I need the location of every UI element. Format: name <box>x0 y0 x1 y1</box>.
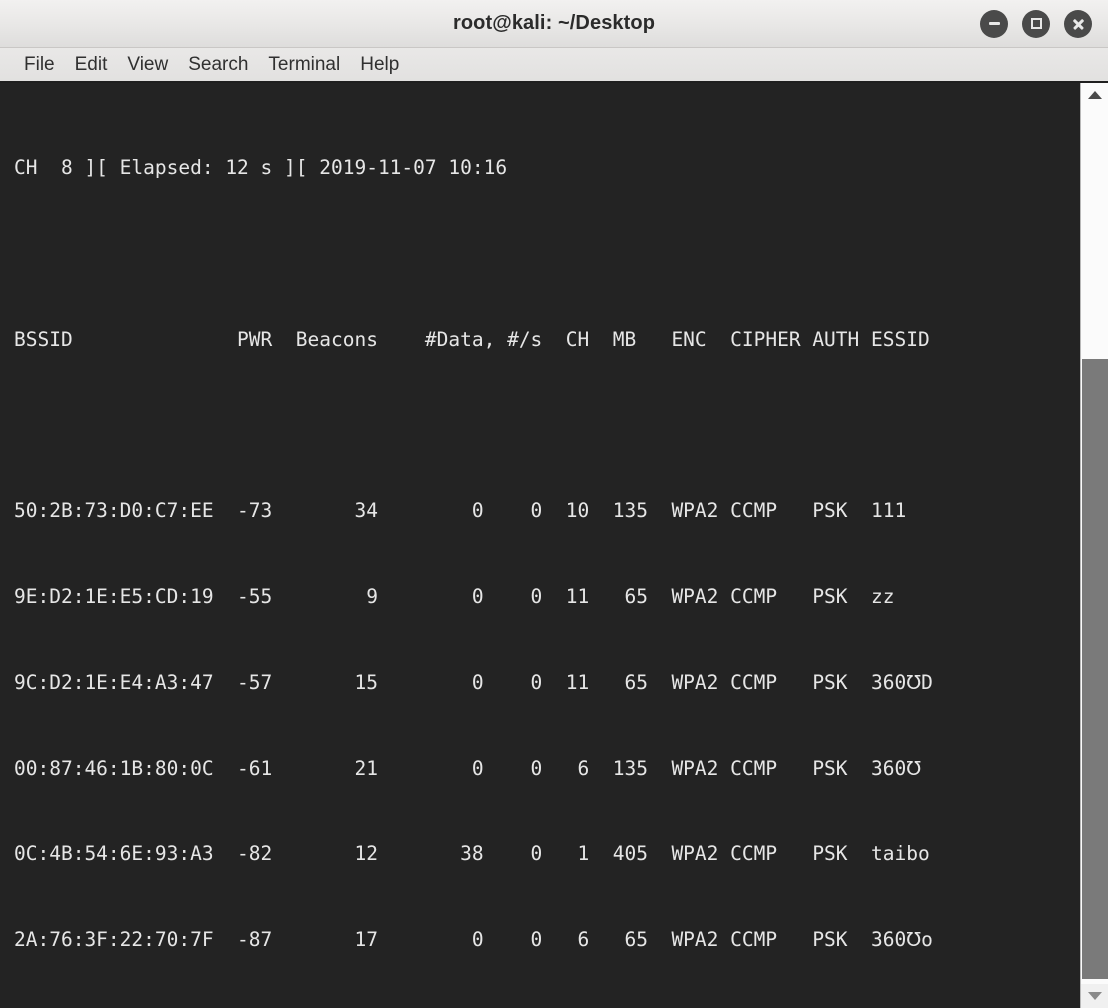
terminal-window: root@kali: ~/Desktop File Edit View Sear… <box>0 0 1108 1008</box>
close-icon <box>1072 18 1084 30</box>
scroll-down-button[interactable] <box>1081 984 1108 1008</box>
menu-bar: File Edit View Search Terminal Help <box>0 48 1108 83</box>
ap-table-row: 50:2B:73:D0:C7:EE -73 34 0 0 10 135 WPA2… <box>14 499 907 523</box>
maximize-icon <box>1030 18 1042 29</box>
window-title: root@kali: ~/Desktop <box>452 12 656 34</box>
menu-item-view[interactable]: View <box>117 54 178 76</box>
minimize-button[interactable] <box>980 9 1008 38</box>
terminal-scrollbar[interactable] <box>1080 83 1108 1008</box>
scrollbar-thumb[interactable] <box>1082 359 1108 979</box>
minimize-icon <box>988 22 1000 25</box>
ap-table-header: BSSID PWR Beacons #Data, #/s CH MB ENC C… <box>14 327 930 351</box>
ap-table-row: 2A:76:3F:22:70:7F -87 17 0 0 6 65 WPA2 C… <box>14 928 933 952</box>
ap-table-row: 9C:D2:1E:E4:A3:47 -57 15 0 0 11 65 WPA2 … <box>14 670 933 694</box>
chevron-up-icon <box>1087 91 1102 99</box>
terminal-screen[interactable]: CH 8 ][ Elapsed: 12 s ][ 2019-11-07 10:1… <box>0 83 1080 1008</box>
close-button[interactable] <box>1064 9 1092 38</box>
maximize-button[interactable] <box>1022 9 1050 38</box>
terminal-area: CH 8 ][ Elapsed: 12 s ][ 2019-11-07 10:1… <box>0 83 1108 1008</box>
title-bar: root@kali: ~/Desktop <box>0 0 1108 48</box>
scroll-up-button[interactable] <box>1081 83 1108 107</box>
menu-item-edit[interactable]: Edit <box>65 54 118 76</box>
airodump-status-line: CH 8 ][ Elapsed: 12 s ][ 2019-11-07 10:1… <box>14 156 508 180</box>
window-controls <box>980 9 1092 38</box>
ap-table-row: 0C:4B:54:6E:93:A3 -82 12 38 0 1 405 WPA2… <box>14 842 930 866</box>
menu-item-file[interactable]: File <box>14 54 65 76</box>
chevron-down-icon <box>1087 992 1102 1000</box>
scrollbar-trough[interactable] <box>1081 107 1108 359</box>
ap-table-row: 9E:D2:1E:E5:CD:19 -55 9 0 0 11 65 WPA2 C… <box>14 585 895 609</box>
ap-table-row: 00:87:46:1B:80:0C -61 21 0 0 6 135 WPA2 … <box>14 756 922 780</box>
menu-item-terminal[interactable]: Terminal <box>258 54 350 76</box>
menu-item-search[interactable]: Search <box>178 54 258 76</box>
menu-item-help[interactable]: Help <box>350 54 409 76</box>
